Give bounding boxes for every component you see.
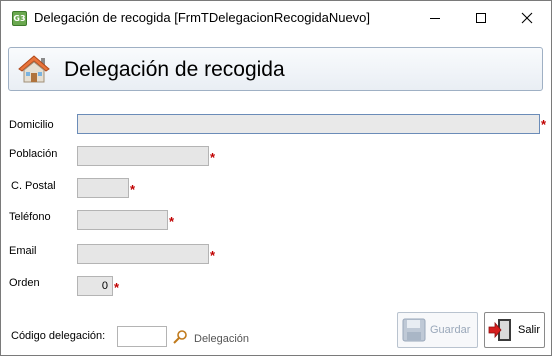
email-label: Email [9,245,37,257]
exit-door-icon [488,319,511,341]
close-button[interactable] [504,1,550,35]
dialog-window: G3 Delegación de recogida [FrmTDelegacio… [0,0,552,356]
exit-label: Salir [518,324,541,336]
maximize-icon [476,13,486,23]
search-icon[interactable] [172,329,188,345]
poblacion-field[interactable] [77,146,209,166]
home-icon [18,55,50,83]
app-icon: G3 [12,11,27,26]
window-title: Delegación de recogida [FrmTDelegacionRe… [34,10,371,25]
minimize-button[interactable] [412,1,458,35]
required-mark: * [541,117,547,132]
codigo-delegacion-input[interactable] [117,326,167,347]
minimize-icon [430,18,440,19]
save-button[interactable]: Guardar [397,312,478,348]
domicilio-label: Domicilio [9,119,54,131]
delegacion-label: Delegación [194,333,250,345]
form-header: Delegación de recogida [8,47,543,91]
required-mark: * [114,280,120,295]
save-icon [402,318,426,342]
close-icon [521,12,533,24]
required-mark: * [210,248,216,263]
telefono-field[interactable] [77,210,168,230]
orden-label: Orden [9,277,40,289]
poblacion-label: Población [9,148,58,160]
domicilio-field[interactable] [77,114,540,134]
required-mark: * [210,150,216,165]
telefono-label: Teléfono [9,211,51,223]
orden-field[interactable]: 0 [77,276,113,296]
cpostal-label: C. Postal [11,180,56,192]
exit-button[interactable]: Salir [484,312,545,348]
page-title: Delegación de recogida [64,58,285,81]
required-mark: * [130,182,136,197]
maximize-button[interactable] [458,1,504,35]
codigo-delegacion-label: Código delegación: [11,330,106,342]
save-label: Guardar [430,324,471,336]
title-bar: G3 Delegación de recogida [FrmTDelegacio… [1,1,551,35]
email-field[interactable] [77,244,209,264]
cpostal-field[interactable] [77,178,129,198]
required-mark: * [169,214,175,229]
